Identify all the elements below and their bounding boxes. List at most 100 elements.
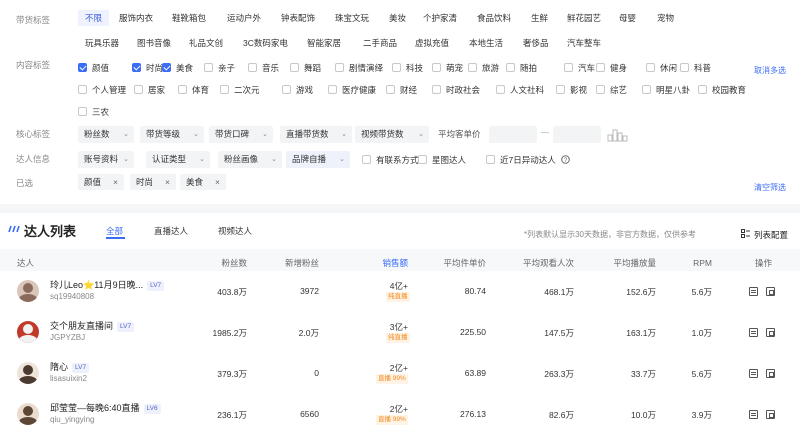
close-icon[interactable]: × [165,177,170,187]
core-dropdown[interactable]: 直播带货数 ⌄ [280,126,352,143]
column-header[interactable]: 平均观看人次 [523,256,574,270]
talent-checkbox[interactable]: 近7日异动达人 [486,153,556,167]
talent-name[interactable]: 玲儿Leo⭐11月9日晚... LV7 [50,278,165,291]
content-tag-checkbox[interactable]: 旅游 [468,61,499,75]
goods-tag[interactable]: 母婴 [612,10,643,26]
checkbox-box[interactable] [432,63,441,72]
talent-checkbox[interactable]: 星图达人 [418,153,466,167]
avatar[interactable] [17,321,39,343]
goods-tag[interactable]: 本地生活 [462,35,510,51]
table-row[interactable]: 交个朋友直播间 LV7 JGPYZBJ 1985.2万 2.0万 3亿+ 纯直播 225.50… [0,313,800,353]
goods-tag[interactable]: 奢侈品 [516,35,556,51]
list-config-icon[interactable] [741,229,750,238]
core-dropdown[interactable]: 带货等级 ⌄ [140,126,204,143]
checkbox-box[interactable] [362,155,371,164]
checkbox-box[interactable] [486,155,495,164]
content-tag-checkbox[interactable]: 音乐 [248,61,279,75]
close-icon[interactable]: × [113,177,118,187]
checkbox-box[interactable] [468,63,477,72]
content-tag-checkbox[interactable]: 医疗健康 [328,83,376,97]
checkbox-box[interactable] [248,63,257,72]
bar-chart-icon[interactable] [607,126,629,142]
favorite-icon[interactable] [766,410,775,419]
help-icon[interactable]: ? [561,155,570,164]
checkbox-box[interactable] [78,107,87,116]
goods-tag[interactable]: 不限 [78,10,110,26]
core-dropdown[interactable]: 粉丝数 ⌄ [78,126,134,143]
column-header[interactable]: RPM [693,256,712,270]
goods-tag[interactable]: 鞋靴箱包 [165,10,215,26]
goods-tag[interactable]: 美妆 [382,10,413,26]
talent-dropdown[interactable]: 认证类型 ⌄ [146,151,210,168]
checkbox-box[interactable] [596,63,605,72]
talent-dropdown[interactable]: 品牌自播 ⌄ [286,151,350,168]
checkbox-box[interactable] [496,85,505,94]
avg-price-min-input[interactable] [489,126,537,143]
content-tag-checkbox[interactable]: 亲子 [204,61,235,75]
talent-dropdown[interactable]: 粉丝画像 ⌄ [218,151,282,168]
checkbox-box[interactable] [162,63,171,72]
column-header[interactable]: 平均播放量 [613,256,656,270]
checkbox-box[interactable] [290,63,299,72]
avatar[interactable] [17,403,39,425]
checkbox-box[interactable] [646,63,655,72]
content-tag-checkbox[interactable]: 汽车 [564,61,595,75]
content-tag-checkbox[interactable]: 科技 [392,61,423,75]
checkbox-box[interactable] [392,63,401,72]
content-tag-checkbox[interactable]: 健身 [596,61,627,75]
goods-tag[interactable]: 珠宝文玩 [328,10,378,26]
column-header[interactable]: 平均件单价 [443,256,486,270]
checkbox-box[interactable] [178,85,187,94]
content-tag-checkbox[interactable]: 科普 [680,61,711,75]
goods-tag[interactable]: 图书音像 [130,35,178,51]
checkbox-box[interactable] [78,85,87,94]
checkbox-box[interactable] [506,63,515,72]
detail-icon[interactable] [749,328,758,337]
clear-filter-link[interactable]: 清空筛选 [754,182,786,193]
content-tag-checkbox[interactable]: 时尚 [132,61,163,75]
table-row[interactable]: 玲儿Leo⭐11月9日晚... LV7 sq19940808 403.8万 3972 4亿… [0,272,800,312]
core-dropdown[interactable]: 视频带货数 ⌄ [355,126,429,143]
favorite-icon[interactable] [766,369,775,378]
checkbox-box[interactable] [596,85,605,94]
talent-name[interactable]: 邱莹莹—每晚6:40直播 LV6 [50,401,161,414]
goods-tag[interactable]: 智能家居 [300,35,352,51]
core-dropdown[interactable]: 带货口碑 ⌄ [209,126,273,143]
content-tag-checkbox[interactable]: 颜值 [78,61,109,75]
column-header[interactable]: 销售额 [382,256,408,270]
detail-icon[interactable] [749,369,758,378]
goods-tag[interactable]: 鲜花园艺 [560,10,608,26]
content-tag-checkbox[interactable]: 美食 [162,61,193,75]
favorite-icon[interactable] [766,328,775,337]
avatar[interactable] [17,280,39,302]
column-header[interactable]: 粉丝数 [221,256,247,270]
table-row[interactable]: 隋心 LV7 lisasuixin2 379.3万 0 2亿+ 直播 99% 63.89 263… [0,354,800,394]
checkbox-box[interactable] [78,63,87,72]
checkbox-box[interactable] [556,85,565,94]
talent-name[interactable]: 交个朋友直播间 LV7 [50,319,135,332]
cancel-multi-select-link[interactable]: 取消多选 [754,65,786,76]
list-config-button[interactable]: 列表配置 [754,229,788,241]
column-header[interactable]: 新增粉丝 [285,256,319,270]
content-tag-checkbox[interactable]: 校园教育 [698,83,746,97]
tab-live[interactable]: 直播达人 [154,225,188,237]
content-tag-checkbox[interactable]: 三农 [78,105,109,119]
checkbox-box[interactable] [418,155,427,164]
goods-tag[interactable]: 钟表配饰 [274,10,324,26]
content-tag-checkbox[interactable]: 随拍 [506,61,537,75]
content-tag-checkbox[interactable]: 财经 [386,83,417,97]
goods-tag[interactable]: 二手商品 [356,35,404,51]
avg-price-max-input[interactable] [553,126,601,143]
content-tag-checkbox[interactable]: 舞蹈 [290,61,321,75]
content-tag-checkbox[interactable]: 居家 [134,83,165,97]
checkbox-box[interactable] [204,63,213,72]
detail-icon[interactable] [749,287,758,296]
checkbox-box[interactable] [432,85,441,94]
checkbox-box[interactable] [698,85,707,94]
talent-dropdown[interactable]: 账号资料 ⌄ [78,151,134,168]
content-tag-checkbox[interactable]: 游戏 [282,83,313,97]
content-tag-checkbox[interactable]: 个人管理 [78,83,126,97]
goods-tag[interactable]: 食品饮料 [470,10,520,26]
checkbox-box[interactable] [220,85,229,94]
talent-name[interactable]: 隋心 LV7 [50,360,90,373]
